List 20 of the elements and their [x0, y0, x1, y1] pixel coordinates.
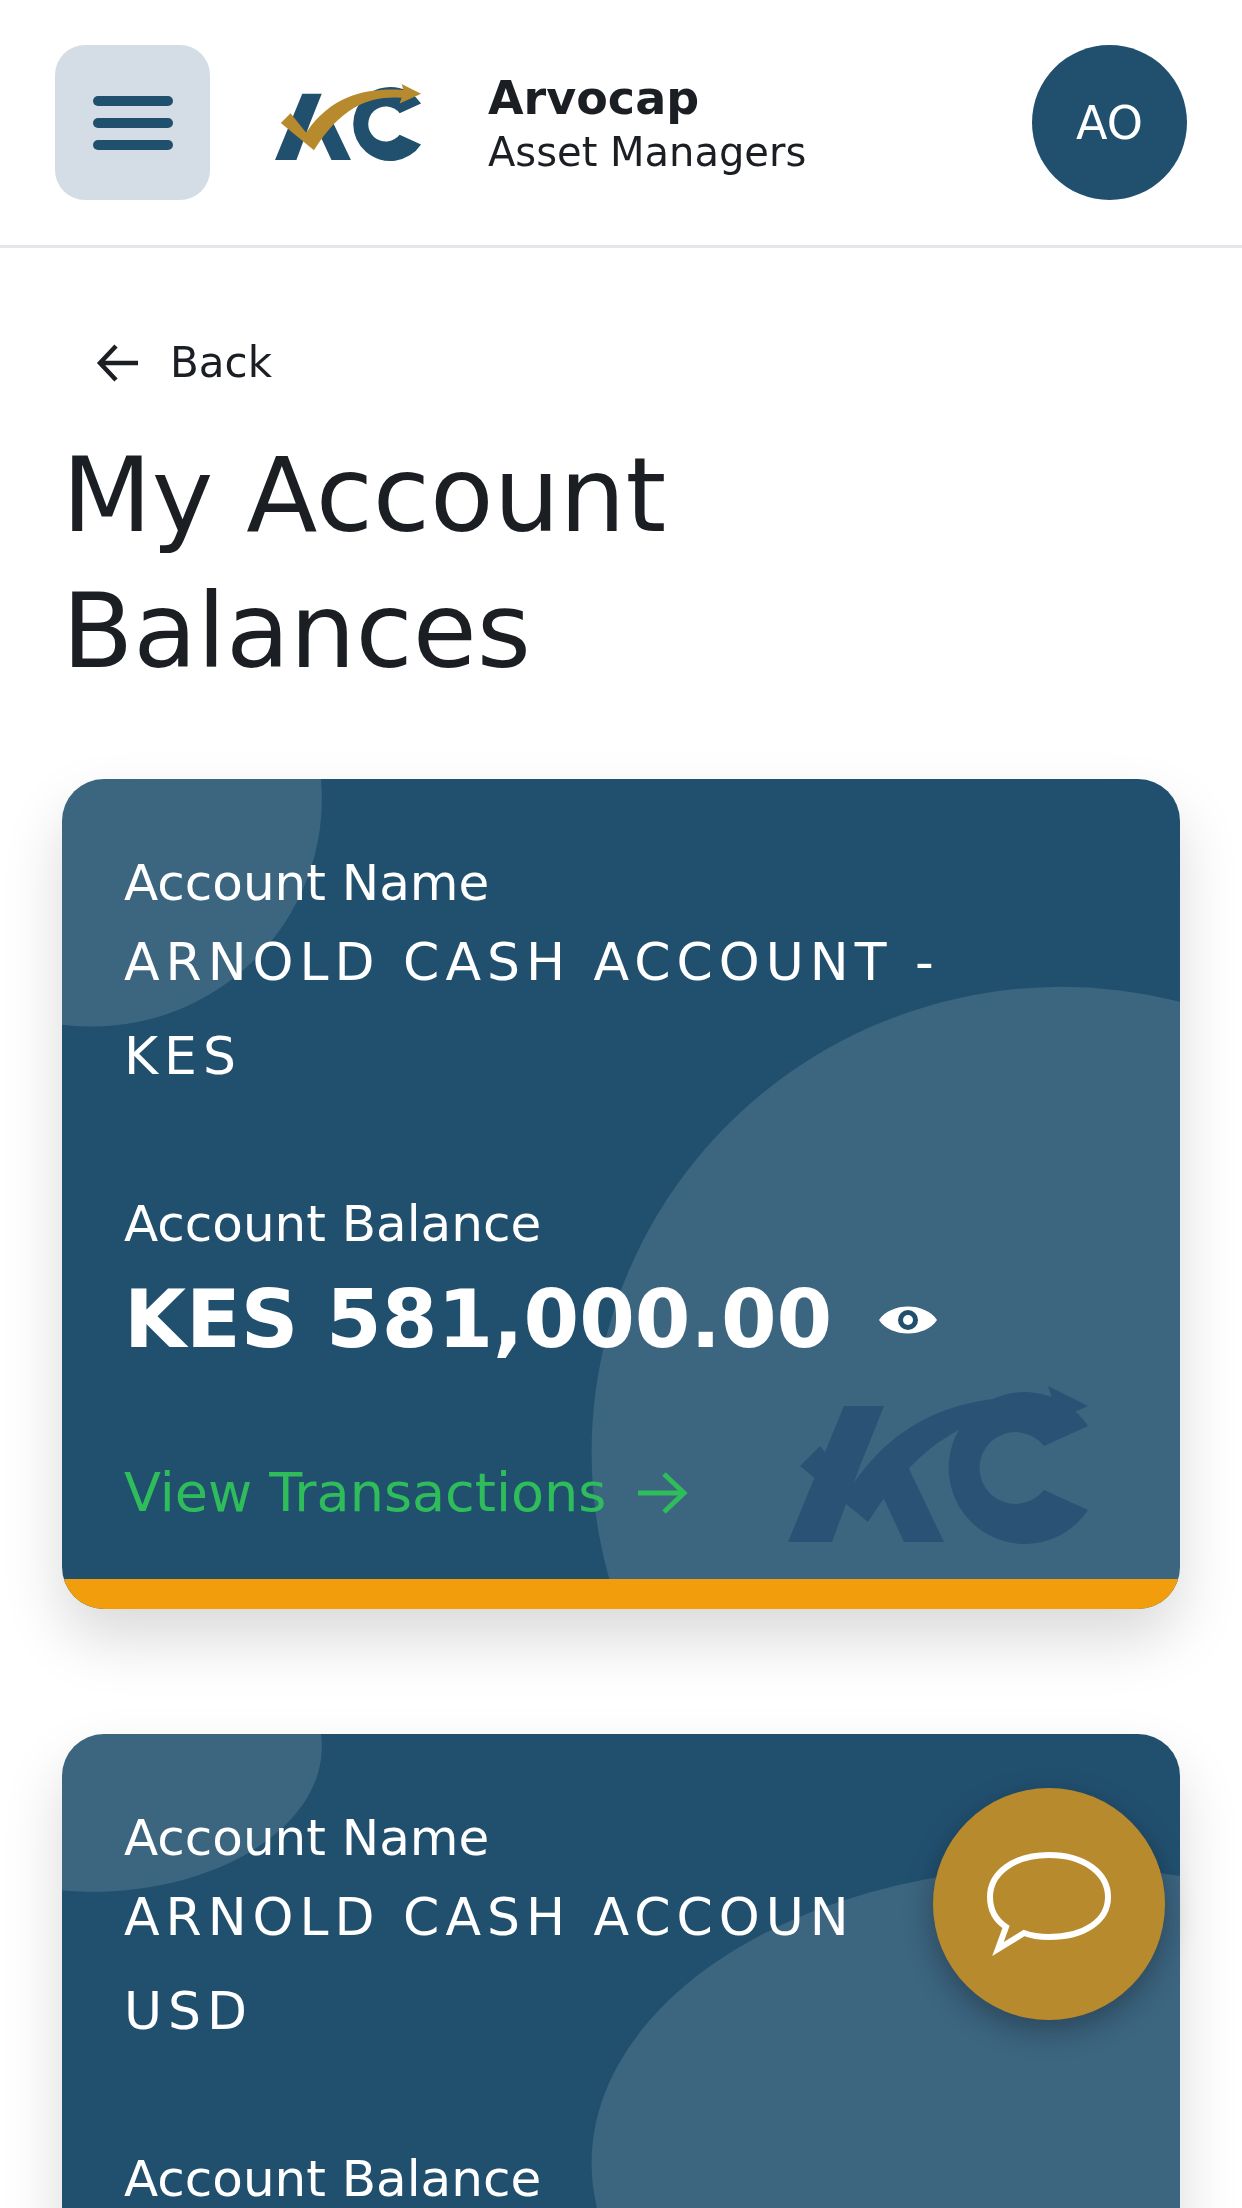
account-name-label: Account Name — [124, 1809, 491, 1867]
brand-name: Arvocap — [488, 70, 701, 125]
account-name-label: Account Name — [124, 854, 491, 912]
account-balance: KES 581,000.00 — [124, 1273, 833, 1366]
speech-bubble-icon — [984, 1849, 1114, 1959]
view-transactions-link[interactable]: View Transactions — [124, 1461, 689, 1524]
account-balance-label: Account Balance — [124, 1195, 543, 1253]
arrow-left-icon — [96, 342, 140, 383]
menu-icon — [91, 94, 174, 151]
account-name: ARNOLD CASH ACCOUN — [124, 1886, 855, 1949]
account-name: ARNOLD CASH ACCOUNT - — [124, 931, 940, 994]
account-name: KES — [124, 1025, 242, 1088]
brand-tagline: Asset Managers — [488, 128, 807, 175]
arrow-right-icon — [636, 1470, 689, 1515]
user-avatar[interactable]: AO — [1032, 45, 1187, 200]
page-title: My Account Balances — [62, 433, 668, 694]
menu-button[interactable] — [55, 45, 210, 200]
back-link[interactable]: Back — [96, 338, 272, 387]
account-name: USD — [124, 1980, 254, 2043]
account-balance-label: Account Balance — [124, 2150, 543, 2208]
